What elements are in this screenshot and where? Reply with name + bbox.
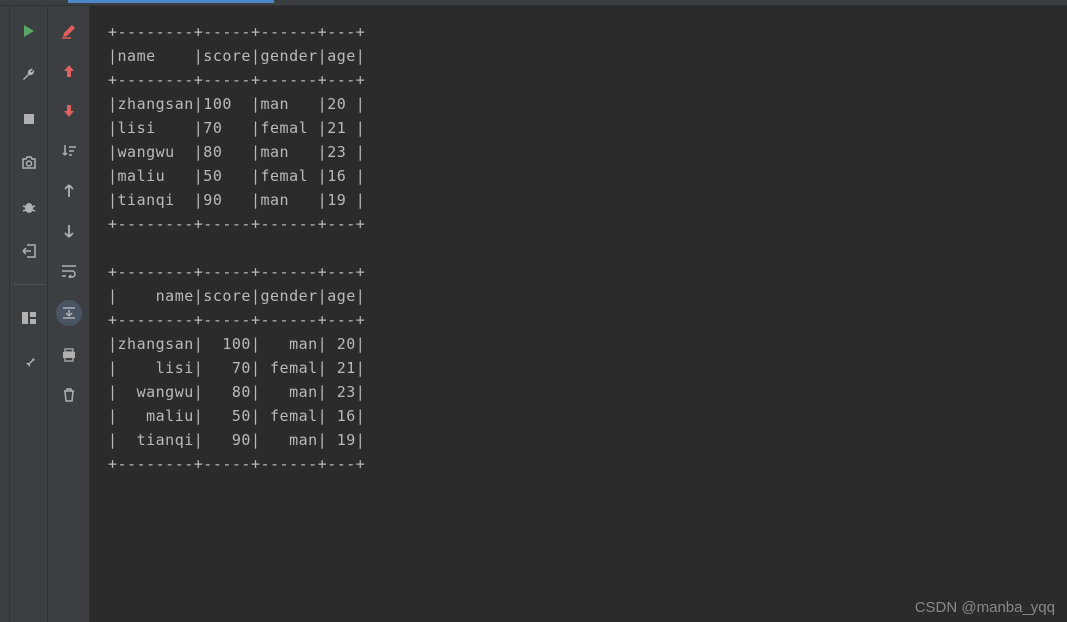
run-icon[interactable] <box>18 20 40 42</box>
t2-row: | tianqi| 90| man| 19| <box>108 431 365 449</box>
t1-border-bot: +--------+-----+------+---+ <box>108 215 365 233</box>
t2-row: | lisi| 70| femal| 21| <box>108 359 365 377</box>
up-icon[interactable] <box>58 180 80 202</box>
bug-icon[interactable] <box>18 196 40 218</box>
stop-icon[interactable] <box>18 108 40 130</box>
active-tab-indicator <box>68 0 274 3</box>
run-toolbar <box>10 6 48 622</box>
t1-border-mid: +--------+-----+------+---+ <box>108 71 365 89</box>
t1-row: |maliu |50 |femal |16 | <box>108 167 365 185</box>
t2-border-top: +--------+-----+------+---+ <box>108 263 365 281</box>
pin-icon[interactable] <box>18 351 40 373</box>
t1-border-top: +--------+-----+------+---+ <box>108 23 365 41</box>
exit-icon[interactable] <box>18 240 40 262</box>
print-icon[interactable] <box>58 344 80 366</box>
t1-row: |lisi |70 |femal |21 | <box>108 119 365 137</box>
console-output[interactable]: +--------+-----+------+---+ |name |score… <box>90 6 1067 622</box>
left-gutter <box>0 6 10 622</box>
top-bar <box>0 0 1067 6</box>
console-toolbar <box>48 6 90 622</box>
trash-icon[interactable] <box>58 384 80 406</box>
separator <box>14 284 44 285</box>
up-arrow-icon[interactable] <box>58 60 80 82</box>
watermark: CSDN @manba_yqq <box>915 599 1055 616</box>
t2-header: | name|score|gender|age| <box>108 287 365 305</box>
wrap-icon[interactable] <box>58 260 80 282</box>
t1-row: |tianqi |90 |man |19 | <box>108 191 365 209</box>
t2-border-bot: +--------+-----+------+---+ <box>108 455 365 473</box>
down-arrow-icon[interactable] <box>58 100 80 122</box>
t1-header: |name |score|gender|age| <box>108 47 365 65</box>
layout-icon[interactable] <box>18 307 40 329</box>
sort-down-icon[interactable] <box>58 140 80 162</box>
t2-row: |zhangsan| 100| man| 20| <box>108 335 365 353</box>
t1-row: |wangwu |80 |man |23 | <box>108 143 365 161</box>
t2-row: | wangwu| 80| man| 23| <box>108 383 365 401</box>
edit-icon[interactable] <box>58 20 80 42</box>
wrench-icon[interactable] <box>18 64 40 86</box>
t1-row: |zhangsan|100 |man |20 | <box>108 95 365 113</box>
t2-border-mid: +--------+-----+------+---+ <box>108 311 365 329</box>
scroll-end-icon[interactable] <box>56 300 82 326</box>
camera-icon[interactable] <box>18 152 40 174</box>
t2-row: | maliu| 50| femal| 16| <box>108 407 365 425</box>
down-icon[interactable] <box>58 220 80 242</box>
